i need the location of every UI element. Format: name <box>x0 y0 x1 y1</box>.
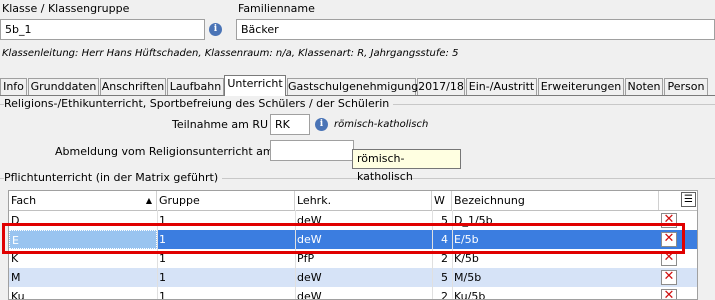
cell-bezeichnung: M/5b <box>454 271 482 284</box>
tab-bar: Info Grunddaten Anschriften Laufbahn Unt… <box>0 75 715 96</box>
tooltip: römisch-katholisch <box>352 149 461 183</box>
tab-gastschulgenehmigung[interactable]: Gastschulgenehmigung <box>287 78 418 95</box>
col-w[interactable]: W <box>432 191 452 210</box>
teilnahme-field[interactable]: RK <box>270 114 310 135</box>
religion-group-title: Religions-/Ethikunterricht, Sportbefreiu… <box>4 97 394 110</box>
tab-unterricht[interactable]: Unterricht <box>224 75 286 96</box>
cell-fach: Ku <box>11 290 25 300</box>
col-bezeichnung[interactable]: Bezeichnung <box>452 191 659 210</box>
cell-w: 5 <box>441 271 448 284</box>
familienname-field[interactable]: Bäcker <box>236 19 715 40</box>
tab-ein-austritt[interactable]: Ein-/Austritt <box>466 78 537 95</box>
klasse-info-icon[interactable]: i <box>209 23 222 36</box>
grid-header: Fach ▲ Gruppe Lehrk. W Bezeichnung ☰ <box>9 191 697 211</box>
col-lehrk[interactable]: Lehrk. <box>295 191 432 210</box>
tab-erweiterungen[interactable]: Erweiterungen <box>538 78 624 95</box>
tab-person[interactable]: Person <box>664 78 708 95</box>
cell-lehrk: deW <box>297 290 322 300</box>
familienname-label: Familienname <box>238 2 315 15</box>
tab-grunddaten[interactable]: Grunddaten <box>28 78 99 95</box>
highlight-frame <box>2 223 685 254</box>
cell-lehrk: deW <box>297 271 322 284</box>
klasse-field[interactable]: 5b_1 <box>0 19 205 40</box>
klasse-label: Klasse / Klassengruppe <box>2 2 130 15</box>
teilnahme-description: römisch-katholisch <box>334 119 429 130</box>
pflicht-group-title: Pflichtunterricht (in der Matrix geführt… <box>4 171 223 184</box>
table-row[interactable]: Ku 1 deW 2 Ku/5b ✕ <box>9 287 697 300</box>
tab-info[interactable]: Info <box>0 78 27 95</box>
col-fach-label: Fach <box>11 194 37 207</box>
delete-row-icon[interactable]: ✕ <box>661 270 677 285</box>
cell-bezeichnung: Ku/5b <box>454 290 486 300</box>
tab-noten[interactable]: Noten <box>625 78 663 95</box>
tab-anschriften[interactable]: Anschriften <box>100 78 166 95</box>
col-fach[interactable]: Fach ▲ <box>9 191 157 210</box>
cell-gruppe: 1 <box>159 271 166 284</box>
table-row[interactable]: M 1 deW 5 M/5b ✕ <box>9 268 697 287</box>
teilnahme-label: Teilnahme am RU <box>172 118 269 131</box>
cell-gruppe: 1 <box>159 290 166 300</box>
tab-laufbahn[interactable]: Laufbahn <box>167 78 224 95</box>
delete-row-icon[interactable]: ✕ <box>661 289 677 299</box>
abmeldung-date-field[interactable] <box>270 140 354 161</box>
klassenleitung-info: Klassenleitung: Herr Hans Hüftschaden, K… <box>2 48 459 59</box>
abmeldung-label: Abmeldung vom Religionsunterricht am <box>55 145 274 158</box>
tab-schuljahr[interactable]: 2017/18 <box>417 78 465 95</box>
teilnahme-info-icon[interactable]: i <box>315 118 328 131</box>
col-gruppe[interactable]: Gruppe <box>157 191 295 210</box>
cell-fach: M <box>11 271 21 284</box>
column-menu-icon[interactable]: ☰ <box>681 192 696 207</box>
sort-ascending-icon: ▲ <box>145 196 152 205</box>
tab-divider <box>0 95 715 96</box>
cell-w: 2 <box>441 290 448 300</box>
